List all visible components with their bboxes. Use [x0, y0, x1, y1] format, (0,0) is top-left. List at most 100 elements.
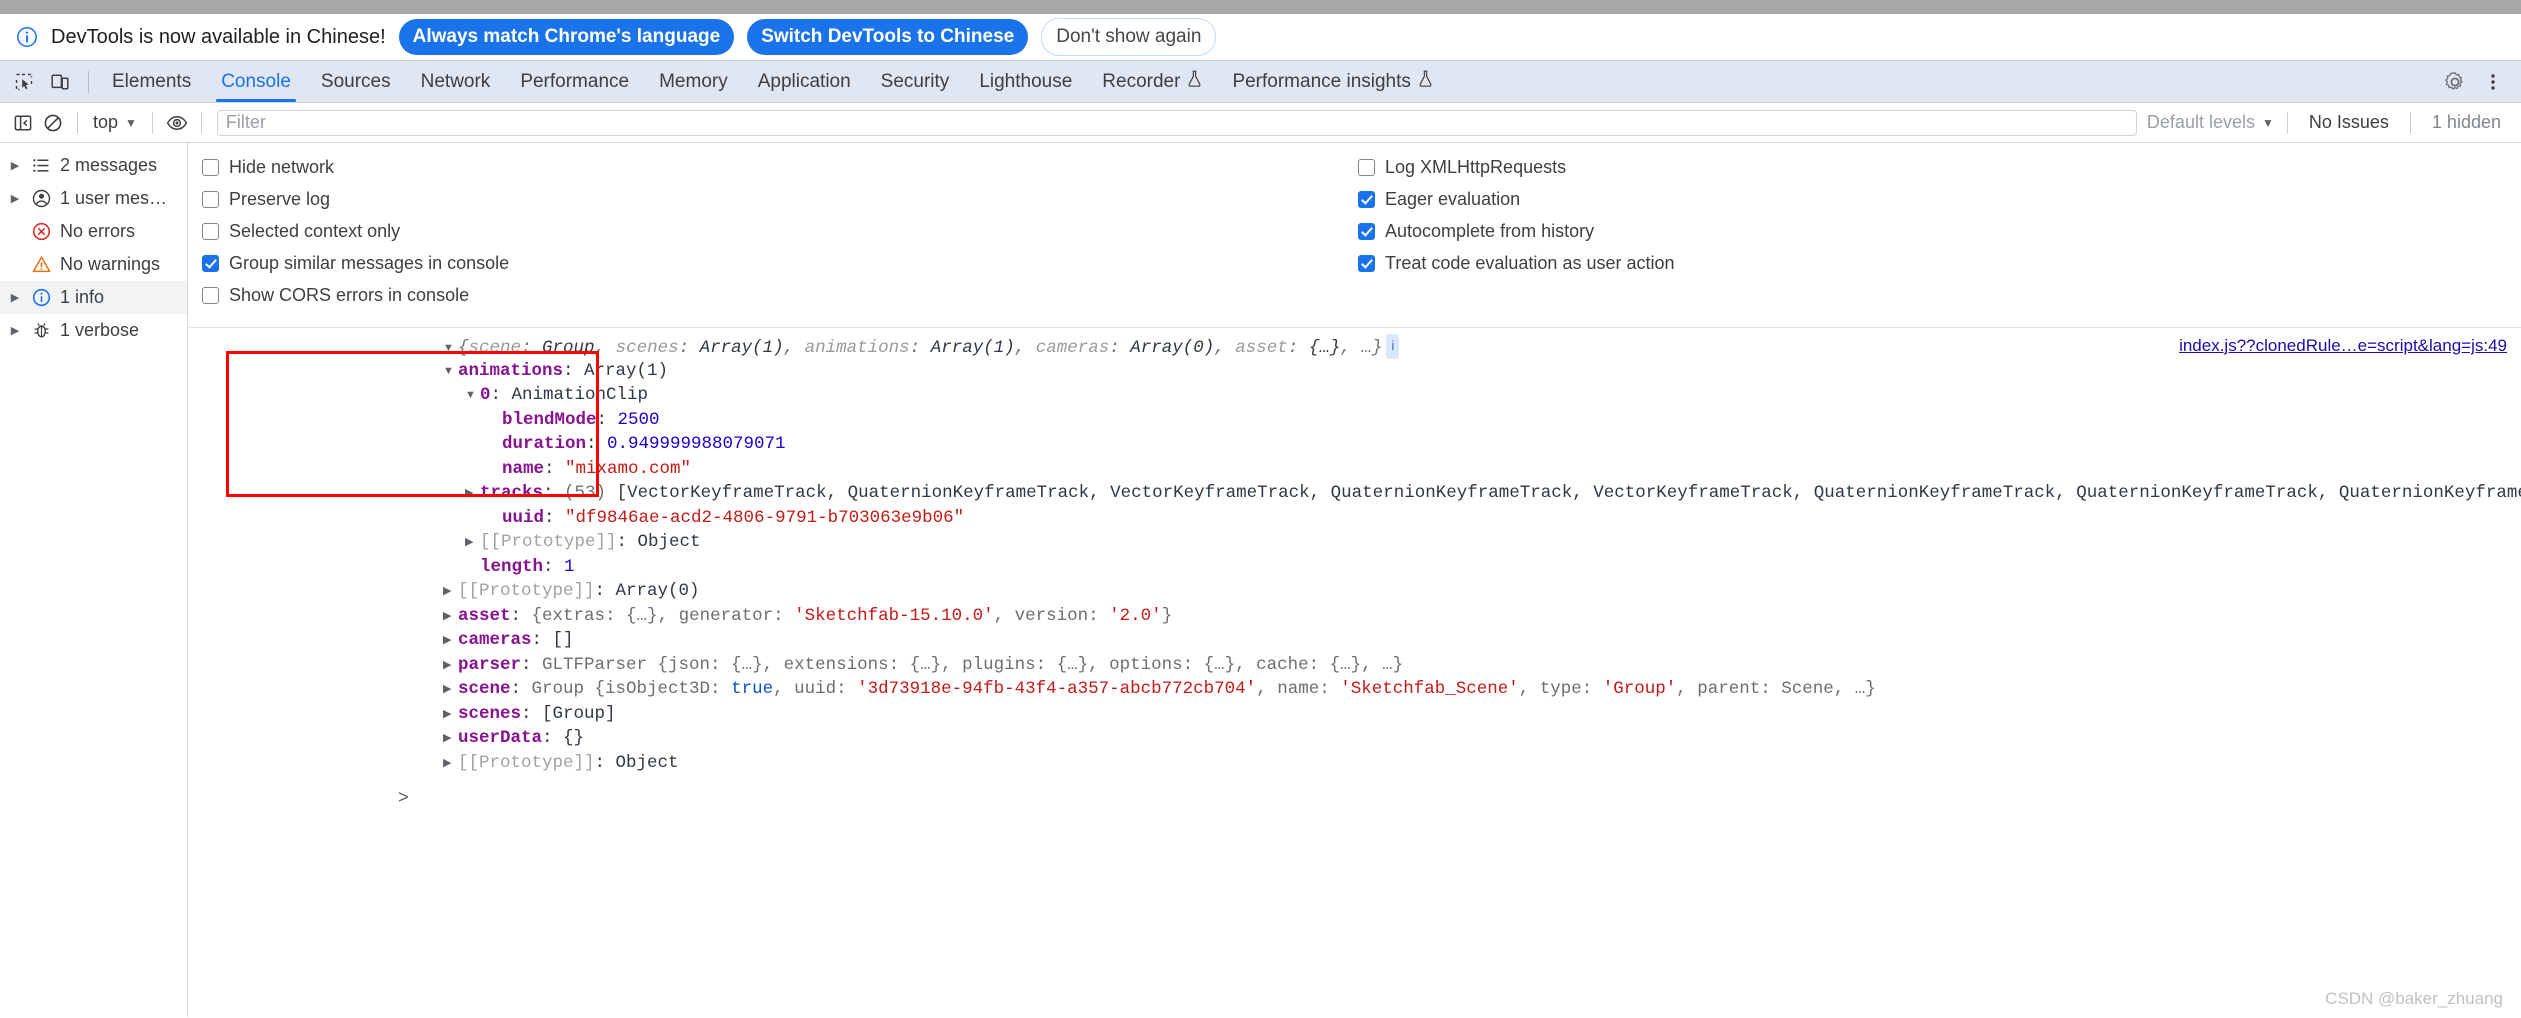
sidebar-item-user-messages[interactable]: ▶ 1 user mes… — [0, 182, 187, 215]
show-console-sidebar-icon[interactable] — [8, 108, 38, 138]
property-value: Object — [615, 752, 679, 773]
expand-arrow-icon[interactable]: ▶ — [443, 726, 458, 751]
tree-row-blendmode[interactable]: ▶blendMode: 2500 — [443, 408, 2521, 433]
tree-row-asset[interactable]: ▶ asset: {extras: {…}, generator: 'Sketch… — [443, 604, 2521, 629]
tab-application[interactable]: Application — [743, 61, 866, 102]
tab-console[interactable]: Console — [206, 61, 306, 102]
expand-arrow-icon[interactable]: ▶ — [443, 751, 458, 776]
expand-arrow-icon[interactable]: ▶ — [443, 677, 458, 702]
expand-arrow-icon[interactable]: ▶ — [8, 291, 22, 304]
sidebar-item-verbose[interactable]: ▶ 1 verbose — [0, 314, 187, 347]
checkbox[interactable] — [202, 254, 219, 272]
filter-input[interactable] — [216, 109, 2137, 136]
tree-row-length[interactable]: ▶length: 1 — [443, 555, 2521, 580]
switch-to-chinese-button[interactable]: Switch DevTools to Chinese — [747, 19, 1029, 55]
tree-row-name[interactable]: ▶name: "mixamo.com" — [443, 457, 2521, 482]
expand-arrow-icon[interactable]: ▶ — [8, 159, 22, 172]
property-key: [[Prototype]] — [458, 752, 595, 773]
tab-label: Network — [420, 70, 491, 92]
clear-console-icon[interactable] — [38, 108, 68, 138]
tree-row-scene[interactable]: ▶ scene: Group {isObject3D: true, uuid: '… — [443, 677, 2521, 702]
checkbox[interactable] — [1358, 254, 1375, 272]
property-key: parser — [458, 654, 522, 675]
expand-arrow-icon[interactable]: ▶ — [443, 579, 458, 604]
tab-performance-insights[interactable]: Performance insights — [1217, 61, 1447, 102]
setting-show-cors-errors[interactable]: Show CORS errors in console — [202, 279, 509, 311]
execution-context-selector[interactable]: top ▼ — [87, 110, 143, 135]
property-value: [Group] — [542, 703, 616, 724]
sidebar-item-info[interactable]: ▶ 1 info — [0, 281, 187, 314]
log-levels-selector[interactable]: Default levels ▼ — [2147, 112, 2278, 133]
setting-preserve-log[interactable]: Preserve log — [202, 183, 509, 215]
sidebar-item-errors[interactable]: ▶ No errors — [0, 215, 187, 248]
setting-eager-evaluation[interactable]: Eager evaluation — [1358, 183, 1675, 215]
tab-sources[interactable]: Sources — [306, 61, 406, 102]
toolbar-divider — [200, 111, 202, 134]
tree-row-scenes[interactable]: ▶ scenes: [Group] — [443, 702, 2521, 727]
checkbox[interactable] — [1358, 158, 1375, 176]
setting-group-similar-messages[interactable]: Group similar messages in console — [202, 247, 509, 279]
checkbox[interactable] — [202, 158, 219, 176]
expand-arrow-icon[interactable]: ▶ — [443, 628, 458, 653]
tree-row-cameras[interactable]: ▶ cameras: [] — [443, 628, 2521, 653]
hidden-messages-counter[interactable]: 1 hidden — [2420, 112, 2513, 133]
checkbox[interactable] — [202, 190, 219, 208]
checkbox[interactable] — [1358, 222, 1375, 240]
checkbox[interactable] — [202, 222, 219, 240]
expand-arrow-icon[interactable]: ▶ — [443, 604, 458, 629]
info-badge-icon[interactable]: i — [1386, 334, 1400, 359]
checkbox[interactable] — [1358, 190, 1375, 208]
sidebar-item-label: No warnings — [60, 254, 161, 274]
collapse-arrow-icon[interactable]: ▼ — [443, 336, 458, 361]
tab-network[interactable]: Network — [406, 61, 506, 102]
tree-row-root-prototype[interactable]: ▶ [[Prototype]]: Object — [443, 751, 2521, 776]
tree-row-userdata[interactable]: ▶ userData: {} — [443, 726, 2521, 751]
issues-counter[interactable]: No Issues — [2297, 112, 2401, 133]
property-key: 0 — [480, 385, 491, 405]
tab-lighthouse[interactable]: Lighthouse — [964, 61, 1087, 102]
header-key: scenes — [615, 338, 679, 358]
expand-arrow-icon[interactable]: ▶ — [443, 702, 458, 727]
setting-log-xmlhttprequests[interactable]: Log XMLHttpRequests — [1358, 151, 1675, 183]
tree-row-duration[interactable]: ▶duration: 0.949999988079071 — [443, 432, 2521, 457]
toolbar-divider — [2409, 111, 2411, 134]
kebab-menu-icon[interactable] — [2477, 66, 2509, 98]
setting-selected-context-only[interactable]: Selected context only — [202, 215, 509, 247]
sidebar-item-messages[interactable]: ▶ 2 messages — [0, 149, 187, 182]
tab-memory[interactable]: Memory — [644, 61, 743, 102]
live-expressions-eye-icon[interactable] — [162, 108, 192, 138]
tab-performance[interactable]: Performance — [505, 61, 644, 102]
expand-arrow-icon[interactable]: ▶ — [465, 530, 480, 555]
inspect-cursor-icon[interactable] — [8, 66, 40, 98]
tree-row-animations[interactable]: ▼ animations: Array(1) — [443, 359, 2521, 384]
checkbox[interactable] — [202, 286, 219, 304]
tab-elements[interactable]: Elements — [97, 61, 206, 102]
expand-arrow-icon[interactable]: ▶ — [443, 653, 458, 678]
setting-treat-code-evaluation-as-user-action[interactable]: Treat code evaluation as user action — [1358, 247, 1675, 279]
tab-recorder[interactable]: Recorder — [1087, 61, 1217, 102]
sidebar-item-warnings[interactable]: ▶ No warnings — [0, 248, 187, 281]
tree-row-uuid[interactable]: ▶uuid: "df9846ae-acd2-4806-9791-b703063e… — [443, 506, 2521, 531]
tree-row-array-prototype[interactable]: ▶ [[Prototype]]: Array(0) — [443, 579, 2521, 604]
expand-arrow-icon[interactable]: ▶ — [465, 481, 480, 506]
scene-mid1: , uuid: — [773, 679, 858, 699]
setting-autocomplete-from-history[interactable]: Autocomplete from history — [1358, 215, 1675, 247]
expand-arrow-icon[interactable]: ▶ — [8, 324, 22, 337]
always-match-language-button[interactable]: Always match Chrome's language — [398, 19, 735, 55]
setting-hide-network[interactable]: Hide network — [202, 151, 509, 183]
device-toolbar-icon[interactable] — [44, 66, 76, 98]
collapse-arrow-icon[interactable]: ▼ — [443, 359, 458, 384]
tree-row-parser[interactable]: ▶ parser: GLTFParser {json: {…}, extensio… — [443, 653, 2521, 678]
tab-security[interactable]: Security — [866, 61, 965, 102]
property-value: AnimationClip — [511, 385, 649, 405]
collapse-arrow-icon[interactable]: ▼ — [465, 383, 480, 408]
property-key: [[Prototype]] — [458, 581, 595, 601]
console-prompt[interactable]: > — [188, 775, 2521, 809]
tree-row-clip-0[interactable]: ▼ 0: AnimationClip — [443, 383, 2521, 408]
dont-show-again-button[interactable]: Don't show again — [1041, 18, 1217, 56]
tree-row-clip-prototype[interactable]: ▶ [[Prototype]]: Object — [443, 530, 2521, 555]
expand-arrow-icon[interactable]: ▶ — [8, 192, 22, 205]
gear-icon[interactable] — [2439, 66, 2471, 98]
object-header-row[interactable]: ▼ {scene: Group, scenes: Array(1), animat… — [443, 334, 2521, 359]
tree-row-tracks[interactable]: ▶ tracks: (53) [VectorKeyframeTrack, Quat… — [443, 481, 2521, 506]
